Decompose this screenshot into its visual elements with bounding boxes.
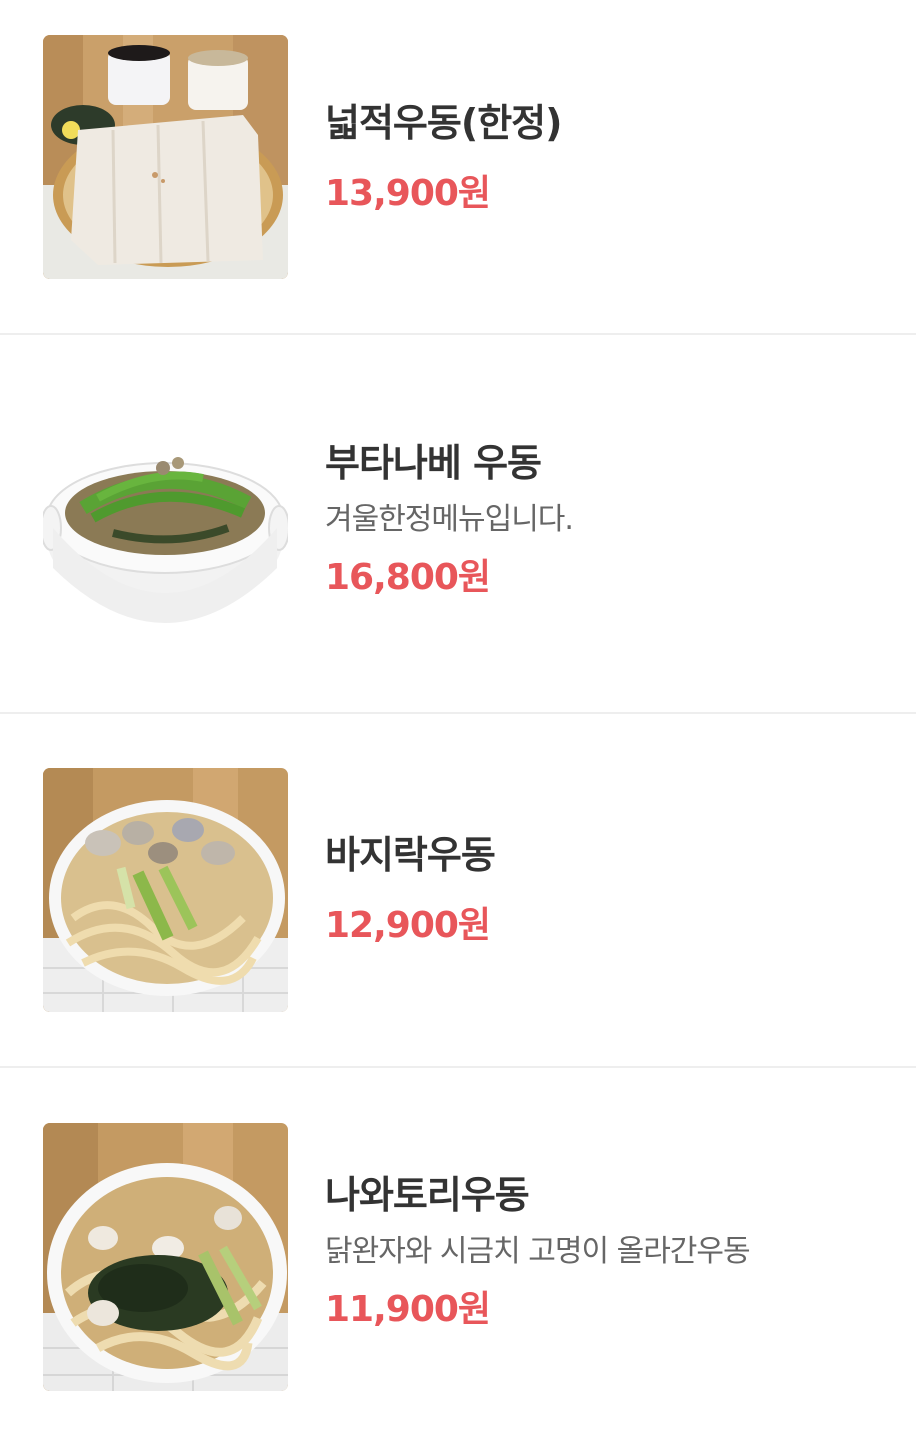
menu-item[interactable]: 나와토리우동 닭완자와 시금치 고명이 올라간우동 11,900원: [0, 1068, 916, 1440]
menu-item-info: 넓적우동(한정) 13,900원: [325, 100, 896, 216]
divider: [0, 712, 916, 714]
divider: [0, 333, 916, 335]
menu-item-price: 11,900원: [325, 1289, 491, 1330]
menu-item-name: 나와토리우동: [325, 1173, 530, 1217]
menu-item-image: [43, 35, 288, 279]
menu-item[interactable]: 바지락우동 12,900원: [0, 715, 916, 1066]
menu-list: 넓적우동(한정) 13,900원 부타나베 우동 겨울한정메뉴입니다. 16,8…: [0, 0, 916, 1440]
menu-item[interactable]: 넓적우동(한정) 13,900원: [0, 0, 916, 334]
menu-item-image: [43, 768, 288, 1012]
menu-item-price: 13,900원: [325, 173, 491, 214]
wide-udon-photo: [43, 35, 288, 279]
menu-item-info: 나와토리우동 닭완자와 시금치 고명이 올라간우동 11,900원: [325, 1172, 896, 1332]
menu-item-description: 닭완자와 시금치 고명이 올라간우동: [325, 1234, 751, 1269]
menu-item-image: [43, 1123, 288, 1391]
menu-item-image: [43, 418, 288, 642]
menu-item-price: 16,800원: [325, 557, 491, 598]
menu-item-description: 겨울한정메뉴입니다.: [325, 502, 574, 537]
menu-item-info: 부타나베 우동 겨울한정메뉴입니다. 16,800원: [325, 440, 896, 600]
menu-item-price: 12,900원: [325, 905, 491, 946]
menu-item[interactable]: 부타나베 우동 겨울한정메뉴입니다. 16,800원: [0, 336, 916, 713]
menu-item-info: 바지락우동 12,900원: [325, 832, 896, 948]
menu-item-name: 부타나베 우동: [325, 441, 542, 485]
menu-item-name: 바지락우동: [325, 833, 496, 877]
clam-udon-photo: [43, 768, 288, 1012]
butanabe-udon-photo: [43, 418, 288, 642]
nawatori-udon-photo: [43, 1123, 288, 1391]
menu-item-name: 넓적우동(한정): [325, 101, 563, 145]
